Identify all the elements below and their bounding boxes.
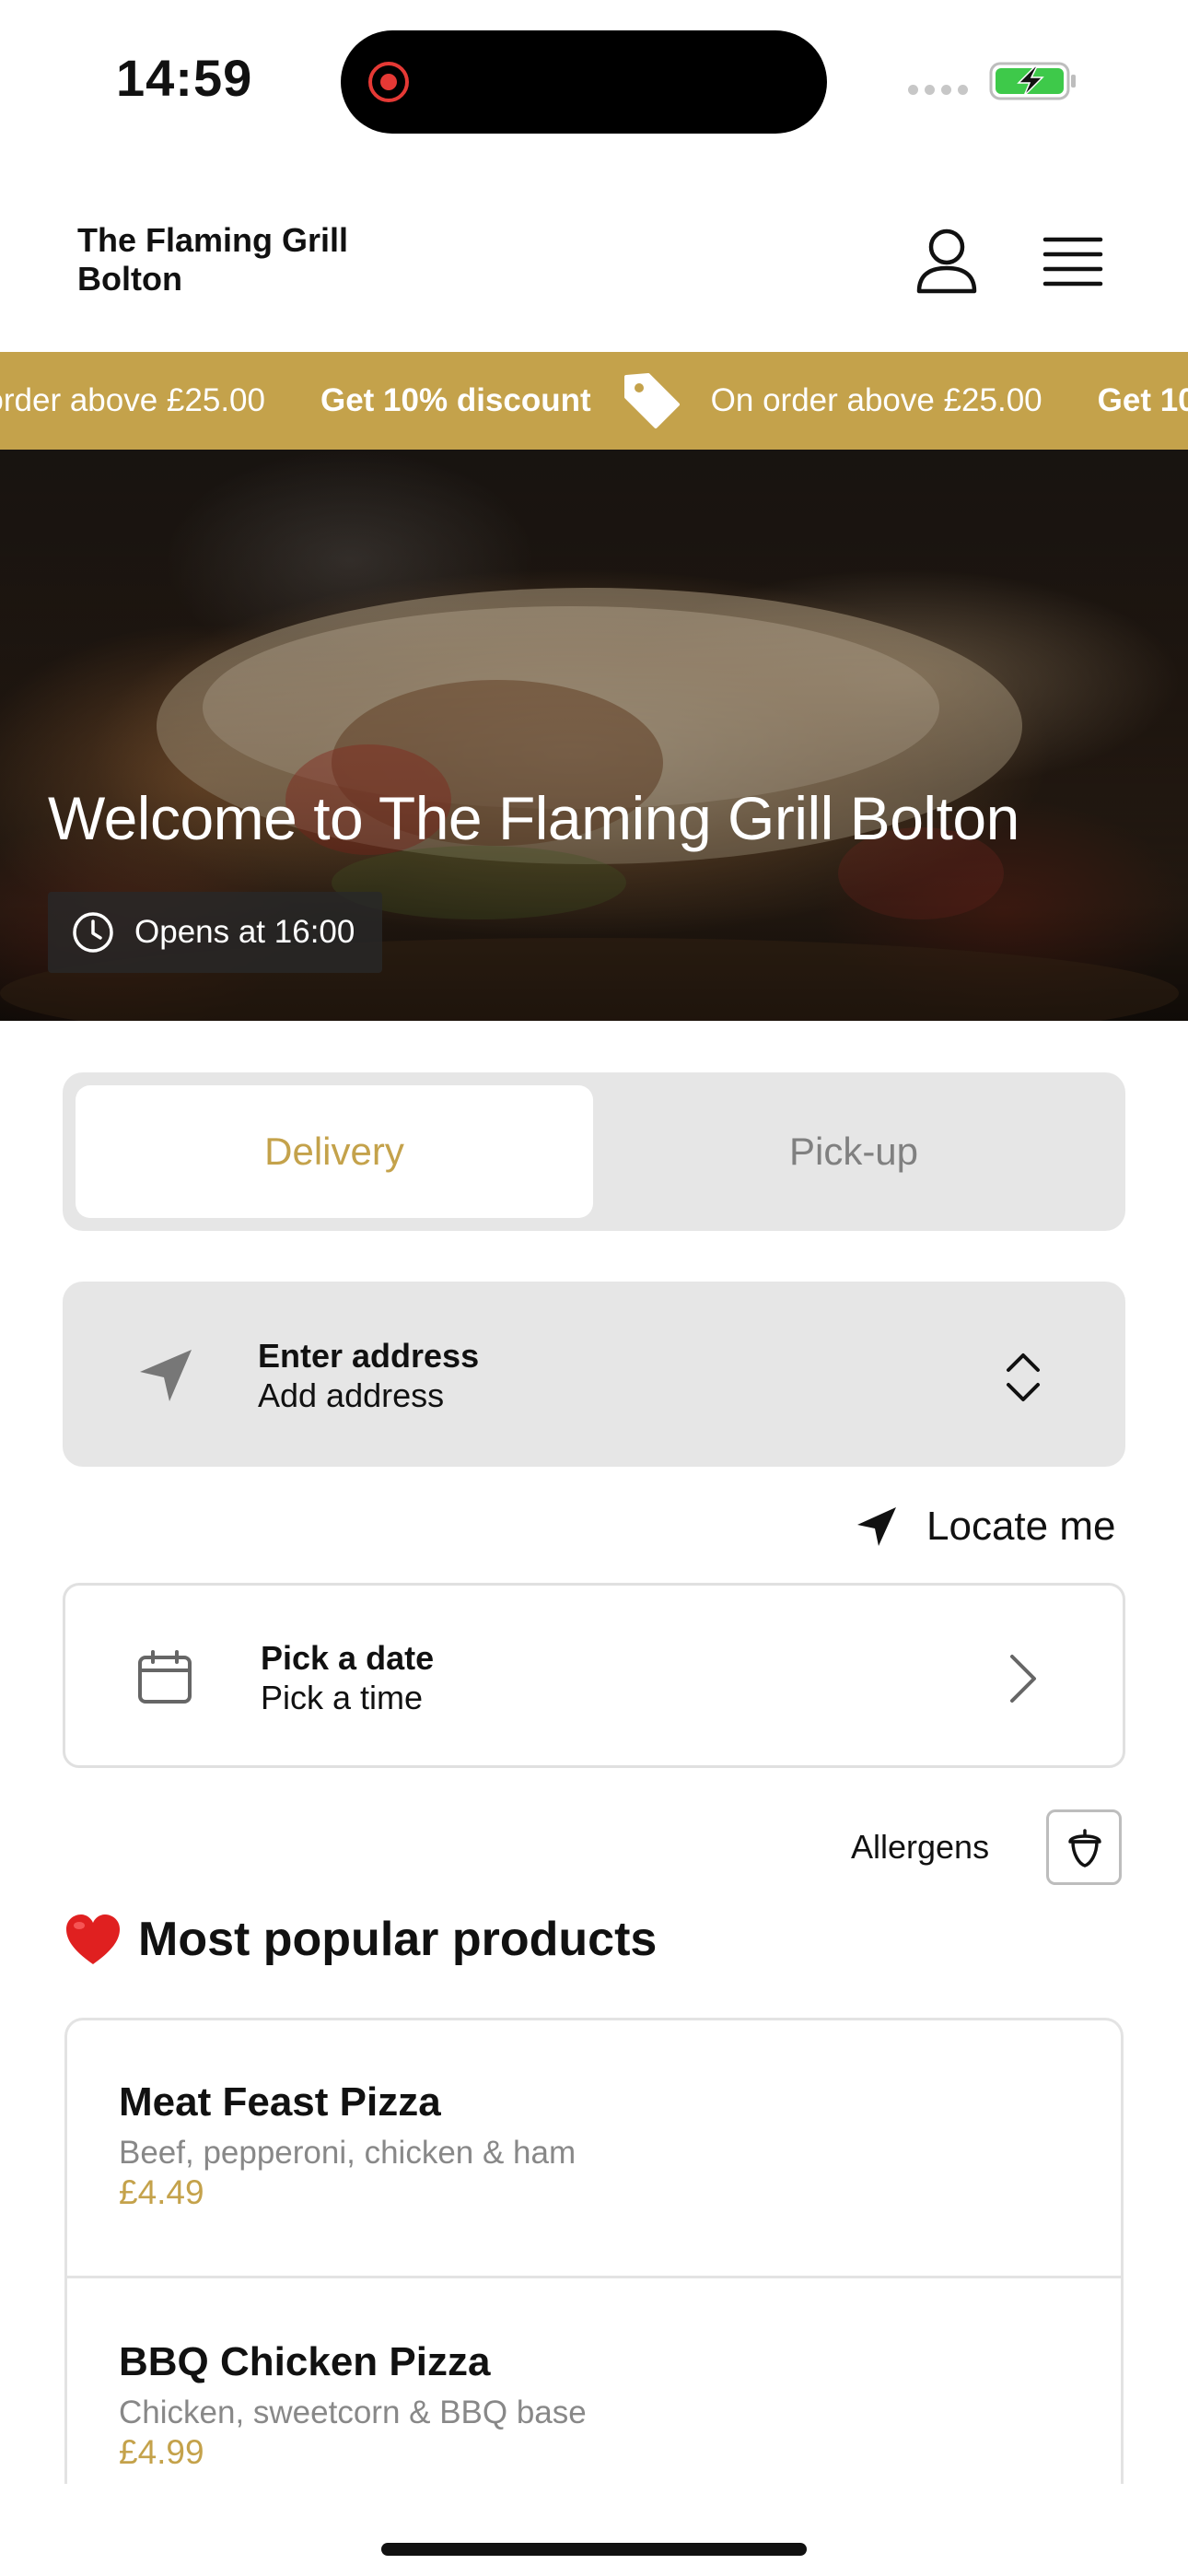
promo-banner[interactable]: On order above £25.00 Get 10% discount O… xyxy=(0,352,1188,450)
hamburger-menu-icon[interactable] xyxy=(1042,234,1103,291)
acorn-icon xyxy=(1068,1829,1101,1868)
date-time-picker[interactable]: Pick a date Pick a time xyxy=(63,1583,1125,1768)
address-title: Enter address xyxy=(258,1337,480,1375)
delivery-tab[interactable]: Delivery xyxy=(76,1085,593,1218)
promo-subtitle: On order above £25.00 xyxy=(0,382,265,418)
order-mode-toggle: Delivery Pick-up xyxy=(63,1072,1125,1231)
promo-item: Get 10% discount xyxy=(1098,382,1188,419)
product-list: Meat Feast Pizza Beef, pepperoni, chicke… xyxy=(64,2018,1124,2484)
promo-subtitle: On order above £25.00 xyxy=(710,382,1042,418)
heart-icon xyxy=(66,1914,120,1964)
brand-line-1: The Flaming Grill xyxy=(77,221,349,259)
hero-banner: Welcome to The Flaming Grill Bolton Open… xyxy=(0,450,1188,1021)
status-bar: 14:59 xyxy=(0,0,1188,161)
promo-item: On order above £25.00 xyxy=(0,382,320,419)
address-selector[interactable]: Enter address Add address xyxy=(63,1282,1125,1467)
status-time: 14:59 xyxy=(116,49,253,107)
calendar-icon xyxy=(138,1650,192,1704)
pickup-tab[interactable]: Pick-up xyxy=(595,1085,1112,1218)
allergens-label: Allergens xyxy=(851,1828,990,1866)
product-description: Chicken, sweetcorn & BBQ base xyxy=(119,2395,587,2430)
address-subtitle: Add address xyxy=(258,1376,445,1414)
product-name: Meat Feast Pizza xyxy=(119,2079,441,2125)
cellular-signal-icon xyxy=(908,85,968,95)
product-price: £4.99 xyxy=(119,2433,204,2471)
opening-hours-text: Opens at 16:00 xyxy=(134,914,355,950)
hero-title: Welcome to The Flaming Grill Bolton xyxy=(48,784,1019,852)
promo-title: Get 10% discount xyxy=(1097,382,1188,418)
brand-line-2: Bolton xyxy=(77,260,182,298)
screen-recording-icon xyxy=(368,62,409,102)
popular-products-heading: Most popular products xyxy=(64,1907,657,1972)
navigation-arrow-icon xyxy=(857,1507,896,1546)
promo-title: Get 10% discount xyxy=(320,382,591,418)
allergens-button[interactable] xyxy=(1046,1809,1122,1885)
locate-me-button[interactable]: Locate me xyxy=(855,1496,1115,1557)
chevron-up-down-icon xyxy=(1007,1353,1040,1401)
promo-marquee: On order above £25.00 Get 10% discount O… xyxy=(0,352,1188,450)
product-description: Beef, pepperoni, chicken & ham xyxy=(119,2135,577,2171)
section-title: Most popular products xyxy=(138,1913,658,1966)
opening-hours-badge: Opens at 16:00 xyxy=(48,892,383,973)
product-name: BBQ Chicken Pizza xyxy=(119,2339,491,2384)
product-card[interactable]: BBQ Chicken Pizza Chicken, sweetcorn & B… xyxy=(67,2280,1121,2484)
locate-me-label: Locate me xyxy=(926,1504,1116,1549)
home-indicator[interactable] xyxy=(381,2543,807,2556)
battery-charging-icon xyxy=(989,62,1076,100)
user-account-icon[interactable] xyxy=(914,227,980,297)
product-card[interactable]: Meat Feast Pizza Beef, pepperoni, chicke… xyxy=(67,2020,1121,2278)
promo-item: Get 10% discount On order above £25.00 xyxy=(320,369,1098,432)
top-header: The Flaming Grill Bolton xyxy=(0,193,1188,350)
location-arrow-icon xyxy=(140,1350,192,1401)
clock-icon xyxy=(73,912,113,953)
product-price: £4.49 xyxy=(119,2173,204,2211)
pick-date-label: Pick a date xyxy=(261,1639,435,1677)
dynamic-island xyxy=(341,30,827,134)
chevron-right-icon xyxy=(1010,1655,1036,1703)
pick-time-label: Pick a time xyxy=(261,1679,424,1716)
restaurant-name[interactable]: The Flaming Grill Bolton xyxy=(77,221,348,299)
price-tag-icon xyxy=(623,373,680,428)
